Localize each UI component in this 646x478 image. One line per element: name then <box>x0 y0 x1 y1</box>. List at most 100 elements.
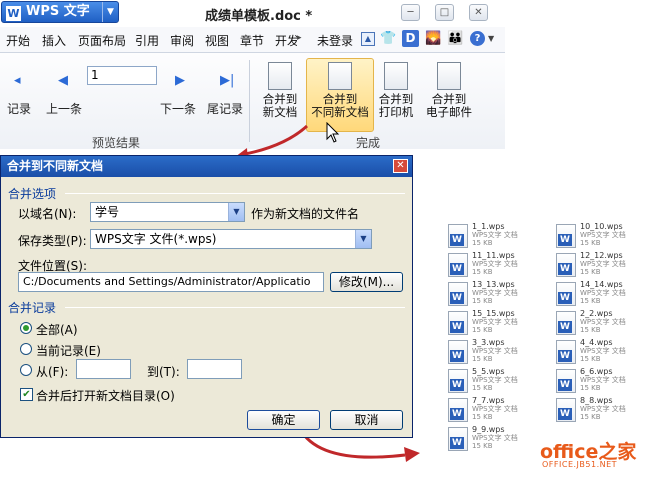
scroll-right-icon[interactable]: ▸ <box>297 33 302 43</box>
merge-email-line1: 合并到 <box>431 92 467 106</box>
open-folder-checkbox[interactable]: ✔ <box>20 388 33 401</box>
wps-document-icon: W <box>448 369 468 393</box>
wps-menu-button[interactable]: W WPS 文字 ▼ <box>1 1 119 23</box>
next-record-icon[interactable]: ▶ <box>175 73 185 88</box>
file-name: 2_2.wps <box>580 309 613 318</box>
mouse-cursor-icon <box>326 122 340 143</box>
help-icon[interactable]: ? <box>470 31 485 46</box>
merge-printer-button[interactable]: 合并到 打印机 <box>376 62 416 119</box>
section-merge-records: 合并记录 <box>8 301 57 315</box>
save-type-select[interactable]: WPS文字 文件(*.wps) ▼ <box>90 229 372 249</box>
tab-home[interactable]: 开始 <box>6 32 30 49</box>
to-label: 到(T): <box>147 365 180 379</box>
share-icon[interactable]: 🌄 <box>425 31 441 46</box>
wps-document-icon: W <box>556 398 576 422</box>
file-type-label: WPS文字 文档 <box>472 434 518 442</box>
file-location-input[interactable]: C:/Documents and Settings/Administrator/… <box>18 272 324 292</box>
file-size: 15 KB <box>580 326 601 334</box>
file-name: 5_5.wps <box>472 367 505 376</box>
next-record-button[interactable]: 下一条 <box>160 100 196 117</box>
radio-all-label[interactable]: 全部(A) <box>36 321 78 338</box>
cancel-button[interactable]: 取消 <box>330 410 403 430</box>
record-number-input[interactable]: 1 <box>87 66 157 85</box>
minimize-button[interactable]: ─ <box>401 4 420 21</box>
radio-from-label[interactable]: 从(F): <box>36 363 68 380</box>
wps-document-icon: W <box>556 224 576 248</box>
file-name: 11_11.wps <box>472 251 515 260</box>
merge-email-button[interactable]: 合并到 电子邮件 <box>422 62 476 119</box>
wps-document-icon: W <box>556 311 576 335</box>
file-type: WPS文字 文档 15 KB <box>472 231 518 247</box>
ok-button[interactable]: 确定 <box>247 410 320 430</box>
domain-value: 学号 <box>95 205 120 219</box>
file-type: WPS文字 文档 15 KB <box>472 405 518 421</box>
community-icon[interactable]: 👪 <box>447 31 463 46</box>
file-item[interactable]: W 9_9.wps WPS文字 文档 15 KB <box>448 425 528 459</box>
restore-button[interactable]: □ <box>435 4 454 21</box>
radio-all[interactable] <box>20 322 32 334</box>
merge-new-doc-button[interactable]: 合并到 新文档 <box>258 62 302 119</box>
tab-developer[interactable]: 开发 <box>275 32 297 49</box>
wps-document-icon: W <box>448 253 468 277</box>
file-item[interactable]: W 8_8.wps WPS文字 文档 15 KB <box>556 396 636 430</box>
wps-document-icon: W <box>556 253 576 277</box>
file-type: WPS文字 文档 15 KB <box>472 289 518 305</box>
tab-chapter[interactable]: 章节 <box>240 32 264 49</box>
save-type-value: WPS文字 文件(*.wps) <box>95 232 217 246</box>
dialog-close-button[interactable]: ✕ <box>393 159 408 173</box>
from-record-input[interactable] <box>76 359 131 379</box>
file-type-label: WPS文字 文档 <box>580 376 626 384</box>
radio-current[interactable] <box>20 343 32 355</box>
skin-icon[interactable]: 👕 <box>380 31 396 46</box>
tab-review[interactable]: 审阅 <box>170 32 194 49</box>
file-name: 12_12.wps <box>580 251 623 260</box>
wps-document-icon: W <box>556 282 576 306</box>
docer-icon[interactable]: D <box>402 30 419 47</box>
file-type: WPS文字 文档 15 KB <box>580 405 626 421</box>
file-type: WPS文字 文档 15 KB <box>580 231 626 247</box>
document-stack-icon <box>268 62 292 90</box>
file-type: WPS文字 文档 15 KB <box>580 347 626 363</box>
file-type: WPS文字 文档 15 KB <box>580 318 626 334</box>
file-size: 15 KB <box>580 297 601 305</box>
file-type-label: WPS文字 文档 <box>472 289 518 297</box>
modify-location-button[interactable]: 修改(M)... <box>330 272 403 292</box>
preview-group-label: 预览结果 <box>92 136 141 150</box>
merge-new-line1: 合并到 <box>262 92 298 106</box>
first-record-icon[interactable]: ◂ <box>14 73 21 88</box>
radio-current-label[interactable]: 当前记录(E) <box>36 342 101 359</box>
email-icon <box>437 62 461 90</box>
help-dropdown-icon[interactable]: ▼ <box>488 34 494 43</box>
prev-record-icon[interactable]: ◀ <box>58 73 68 88</box>
open-folder-label[interactable]: 合并后打开新文档目录(O) <box>36 387 175 404</box>
file-name: 14_14.wps <box>580 280 623 289</box>
close-icon: ✕ <box>474 7 483 18</box>
tab-view[interactable]: 视图 <box>205 32 229 49</box>
close-window-button[interactable]: ✕ <box>469 4 488 21</box>
merge-new-line2: 新文档 <box>262 105 298 119</box>
file-size: 15 KB <box>472 239 493 247</box>
domain-select[interactable]: 学号 ▼ <box>90 202 245 222</box>
prev-record-button[interactable]: 上一条 <box>46 100 82 117</box>
login-status[interactable]: 未登录 <box>317 32 353 49</box>
tab-page-layout[interactable]: 页面布局 <box>78 32 126 49</box>
last-record-button[interactable]: 尾记录 <box>207 100 243 117</box>
last-record-icon[interactable]: ▶| <box>220 73 234 88</box>
file-type-label: WPS文字 文档 <box>580 347 626 355</box>
collapse-ribbon-icon[interactable]: ▲ <box>361 32 375 46</box>
file-type-label: WPS文字 文档 <box>580 260 626 268</box>
file-type-label: WPS文字 文档 <box>472 231 518 239</box>
tab-insert[interactable]: 插入 <box>42 32 66 49</box>
tab-references[interactable]: 引用 <box>135 32 159 49</box>
file-name: 7_7.wps <box>472 396 505 405</box>
radio-range[interactable] <box>20 364 32 376</box>
first-record-label[interactable]: 记录 <box>7 100 31 117</box>
file-name: 4_4.wps <box>580 338 613 347</box>
file-name: 1_1.wps <box>472 222 505 231</box>
file-name: 9_9.wps <box>472 425 505 434</box>
merge-different-docs-button[interactable]: 合并到 不同新文档 <box>307 62 373 119</box>
file-type-label: WPS文字 文档 <box>472 347 518 355</box>
to-record-input[interactable] <box>187 359 242 379</box>
wps-document-icon: W <box>448 398 468 422</box>
domain-hint: 作为新文档的文件名 <box>251 207 360 221</box>
